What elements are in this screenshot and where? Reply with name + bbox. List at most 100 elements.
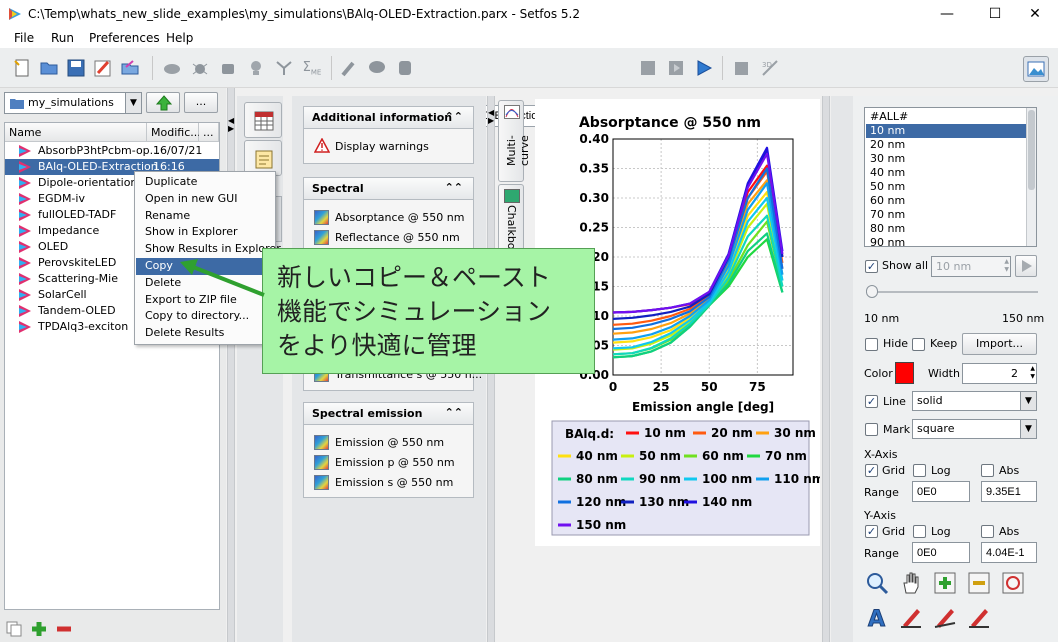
collapse-icon[interactable]: ⌃⌃ <box>445 406 463 419</box>
brush-icon[interactable] <box>337 56 361 80</box>
folder-up-button[interactable] <box>146 92 180 113</box>
result-absorptance[interactable]: Absorptance @ 550 nm <box>304 208 473 227</box>
tab-table-view[interactable] <box>244 102 282 138</box>
text-annotation-button[interactable]: A <box>864 604 890 630</box>
context-menu-item[interactable]: Copy to directory... <box>136 308 275 325</box>
remove-simulation-button[interactable] <box>55 620 73 638</box>
play-curve-button[interactable] <box>1015 255 1037 277</box>
color-swatch[interactable] <box>895 362 914 384</box>
pan-button[interactable] <box>898 570 924 596</box>
add-curve-button[interactable] <box>932 570 958 596</box>
open-folder-icon[interactable] <box>37 56 61 80</box>
curve-list[interactable]: #ALL# 10 nm 20 nm 30 nm 40 nm 50 nm 60 nm 70 nm… <box>864 107 1037 250</box>
xaxis-abs-checkbox[interactable] <box>981 464 994 477</box>
line-checkbox[interactable]: ✓ <box>865 395 878 408</box>
file-row[interactable]: AbsorbP3htPcbm-op... 16/07/21 <box>5 143 219 159</box>
curve-slider-track[interactable] <box>866 291 1038 293</box>
spinner-arrows-icon[interactable]: ▲ ▼ <box>1030 365 1035 381</box>
show-all-checkbox[interactable]: ✓ <box>865 260 878 273</box>
curve-list-item[interactable]: 80 nm <box>866 222 1026 236</box>
material-icon[interactable] <box>393 56 417 80</box>
draw-arrow-button[interactable] <box>932 604 958 630</box>
result-emission-p[interactable]: Emission p @ 550 nm <box>304 453 473 472</box>
xaxis-grid-checkbox[interactable]: ✓ <box>865 464 878 477</box>
curve-list-item[interactable]: 60 nm <box>866 194 1026 208</box>
mark-style-select[interactable]: square ▼ <box>912 419 1037 439</box>
curve-list-item[interactable]: 40 nm <box>866 166 1026 180</box>
yaxis-abs-checkbox[interactable] <box>981 525 994 538</box>
copy-list-button[interactable] <box>6 621 22 637</box>
comment-icon[interactable] <box>365 56 389 80</box>
stop-icon[interactable] <box>636 56 660 80</box>
save-icon[interactable] <box>64 56 88 80</box>
simulation-icon[interactable] <box>160 56 184 80</box>
menu-run[interactable]: Run <box>51 31 74 45</box>
source-icon[interactable] <box>272 56 296 80</box>
column-name[interactable]: Name <box>5 123 147 142</box>
curve-list-item[interactable]: #ALL# <box>866 110 1026 124</box>
collapse-icon[interactable]: ⌃⌃ <box>445 181 463 194</box>
open-project-icon[interactable] <box>118 56 142 80</box>
right-splitter[interactable] <box>822 96 830 642</box>
width-spinner[interactable]: 2 ▲ ▼ <box>962 363 1037 384</box>
result-display-warnings[interactable]: Display warnings <box>304 137 473 156</box>
add-simulation-button[interactable] <box>30 620 48 638</box>
context-menu-item[interactable]: Rename <box>136 208 275 225</box>
show-all-spinner[interactable]: 10 nm ▲ ▼ <box>931 256 1011 277</box>
result-reflectance[interactable]: Reflectance @ 550 nm <box>304 228 473 247</box>
mark-checkbox[interactable] <box>865 423 878 436</box>
curve-slider-thumb[interactable] <box>866 285 878 298</box>
tab-multi-curve[interactable]: Multi-curve <box>498 100 531 182</box>
curve-list-item[interactable]: 20 nm <box>866 138 1026 152</box>
import-button[interactable]: Import... <box>962 333 1037 355</box>
menu-file[interactable]: File <box>14 31 34 45</box>
sigma-me-icon[interactable]: ΣME <box>300 56 324 80</box>
hide-checkbox[interactable] <box>865 338 878 351</box>
layer-icon[interactable] <box>216 56 240 80</box>
edit-icon[interactable] <box>91 56 115 80</box>
curve-list-item[interactable]: 30 nm <box>866 152 1026 166</box>
yaxis-max-input[interactable] <box>981 542 1037 563</box>
line-style-select[interactable]: solid ▼ <box>912 391 1037 411</box>
section-header[interactable]: Spectral emission ⌃⌃ <box>304 403 473 425</box>
image-view-icon[interactable] <box>1023 56 1049 82</box>
context-menu-item[interactable]: Show in Explorer <box>136 224 275 241</box>
lightbulb-icon[interactable] <box>244 56 268 80</box>
column-modified[interactable]: Modific... <box>147 123 201 142</box>
yaxis-min-input[interactable] <box>912 542 970 563</box>
xaxis-min-input[interactable] <box>912 481 970 502</box>
close-button[interactable]: ✕ <box>1012 0 1058 28</box>
folder-select[interactable]: my_simulations ▼ <box>4 92 142 114</box>
menu-preferences[interactable]: Preferences <box>89 31 160 45</box>
context-menu-item[interactable]: Open in new GUI <box>136 191 275 208</box>
curve-list-item[interactable]: 50 nm <box>866 180 1026 194</box>
scrollbar-thumb[interactable] <box>1028 110 1035 190</box>
fit-3d-icon[interactable]: 3D <box>758 56 782 80</box>
section-header[interactable]: Additional information ⌃⌃ <box>304 107 473 129</box>
xaxis-log-checkbox[interactable] <box>913 464 926 477</box>
collapse-icon[interactable]: ⌃⌃ <box>445 110 463 123</box>
result-emission[interactable]: Emission @ 550 nm <box>304 433 473 452</box>
yaxis-grid-checkbox[interactable]: ✓ <box>865 525 878 538</box>
xaxis-max-input[interactable] <box>981 481 1037 502</box>
column-more[interactable]: ... <box>199 123 219 142</box>
spinner-arrows-icon[interactable]: ▲ ▼ <box>1004 258 1009 274</box>
curve-list-item[interactable]: 70 nm <box>866 208 1026 222</box>
section-header[interactable]: Spectral ⌃⌃ <box>304 178 473 200</box>
tab-chalkboard[interactable]: Chalkboard <box>498 184 524 254</box>
draw-button[interactable] <box>898 604 924 630</box>
reset-zoom-button[interactable] <box>1000 570 1026 596</box>
keep-checkbox[interactable] <box>912 338 925 351</box>
remove-curve-button[interactable] <box>966 570 992 596</box>
expand-right-icon[interactable]: ▶ <box>488 116 494 125</box>
curve-list-item[interactable]: 90 nm <box>866 236 1026 250</box>
export-icon[interactable] <box>730 56 754 80</box>
draw-line-button[interactable] <box>966 604 992 630</box>
context-menu-item[interactable]: Delete Results <box>136 325 275 342</box>
result-emission-s[interactable]: Emission s @ 550 nm <box>304 473 473 492</box>
bug-icon[interactable] <box>188 56 212 80</box>
context-menu-item[interactable]: Duplicate <box>136 174 275 191</box>
curve-list-scrollbar[interactable] <box>1026 108 1036 246</box>
run-icon[interactable] <box>692 56 716 80</box>
new-file-icon[interactable] <box>10 56 34 80</box>
